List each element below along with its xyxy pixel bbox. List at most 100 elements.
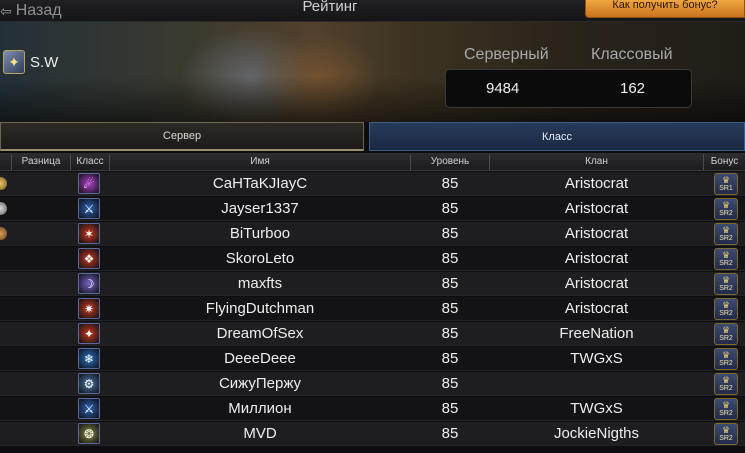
- bonus-trophy-icon[interactable]: ♛ SR2: [714, 248, 738, 270]
- rank-number: [0, 272, 8, 296]
- class-rating-label: Классовый: [591, 46, 673, 63]
- bonus-label: SR2: [719, 360, 733, 367]
- bonus-label: SR2: [719, 385, 733, 392]
- table-row[interactable]: ☽ maxfts 85 Aristocrat ♛ SR2: [0, 272, 745, 296]
- rank-number: [0, 372, 8, 396]
- player-level: 85: [441, 200, 459, 217]
- bonus-trophy-icon[interactable]: ♛ SR2: [714, 373, 738, 395]
- page-title: Рейтинг: [302, 0, 358, 15]
- rank-number: [0, 247, 8, 271]
- bonus-trophy-icon[interactable]: ♛ SR2: [714, 298, 738, 320]
- table-row[interactable]: ⚙ СижуПержу 85 ♛ SR2: [0, 372, 745, 396]
- player-level: 85: [441, 225, 459, 242]
- top-bar: ⇦ Назад Рейтинг Как получить бонус?: [0, 0, 745, 22]
- trophy-icon: ♛: [721, 175, 731, 185]
- bonus-label: SR2: [719, 285, 733, 292]
- bonus-trophy-icon[interactable]: ♛ SR2: [714, 348, 738, 370]
- player-level: 85: [441, 325, 459, 342]
- user-name: S.W: [30, 53, 59, 71]
- column-level[interactable]: Уровень: [411, 153, 489, 171]
- bonus-label: SR2: [719, 210, 733, 217]
- table-header: Разница Класс Имя Уровень Клан Бонус: [0, 153, 745, 171]
- player-clan: Aristocrat: [564, 275, 629, 292]
- class-icon: ❂: [78, 423, 100, 444]
- player-level: 85: [441, 275, 459, 292]
- table-row[interactable]: ❂ MVD 85 JockieNigths ♛ SR2: [0, 422, 745, 446]
- table-row[interactable]: ✷ FlyingDutchman 85 Aristocrat ♛ SR2: [0, 297, 745, 321]
- table-row[interactable]: ✶ BiTurboo 85 Aristocrat ♛ SR2: [0, 222, 745, 246]
- how-to-get-bonus-button[interactable]: Как получить бонус?: [585, 0, 745, 18]
- player-name: maxfts: [237, 275, 283, 292]
- player-level: 85: [441, 375, 459, 392]
- rank-number: [0, 297, 8, 321]
- table-row[interactable]: ☄ CaHTaKJIayC 85 Aristocrat ♛ SR1: [0, 172, 745, 196]
- player-name: MVD: [243, 425, 277, 442]
- player-name: BiTurboo: [229, 225, 291, 242]
- bonus-label: SR2: [719, 260, 733, 267]
- column-class[interactable]: Класс: [71, 153, 109, 171]
- class-icon: ✶: [78, 223, 100, 244]
- bonus-trophy-icon[interactable]: ♛ SR2: [714, 223, 738, 245]
- table-row[interactable]: ❖ SkoroLeto 85 Aristocrat ♛ SR2: [0, 247, 745, 271]
- player-clan: TWGxS: [570, 400, 623, 417]
- player-clan: [490, 372, 703, 396]
- column-clan[interactable]: Клан: [490, 153, 703, 171]
- table-row[interactable]: ⚔ Миллион 85 TWGxS ♛ SR2: [0, 397, 745, 421]
- bonus-trophy-icon[interactable]: ♛ SR2: [714, 273, 738, 295]
- player-level: 85: [441, 300, 459, 317]
- player-clan: FreeNation: [559, 325, 634, 342]
- user-class-icon: ✦: [3, 50, 25, 74]
- player-name: Миллион: [228, 400, 292, 417]
- rank-number: [0, 347, 8, 371]
- class-icon: ⚔: [78, 398, 100, 419]
- class-icon: ⚔: [78, 198, 100, 219]
- class-icon: ✷: [78, 298, 100, 319]
- table-row[interactable]: ⚔ Jayser1337 85 Aristocrat ♛ SR2: [0, 197, 745, 221]
- bonus-trophy-icon[interactable]: ♛ SR2: [714, 198, 738, 220]
- player-clan: Aristocrat: [564, 175, 629, 192]
- player-clan: Aristocrat: [564, 200, 629, 217]
- player-name: CaHTaKJIayC: [212, 175, 308, 192]
- player-clan: Aristocrat: [564, 225, 629, 242]
- column-diff[interactable]: Разница: [12, 153, 70, 171]
- bonus-trophy-icon[interactable]: ♛ SR2: [714, 323, 738, 345]
- table-row[interactable]: ❄ DeeeDeee 85 TWGxS ♛ SR2: [0, 347, 745, 371]
- player-name: DeeeDeee: [224, 350, 296, 367]
- bonus-trophy-icon[interactable]: ♛ SR1: [714, 173, 738, 195]
- player-level: 85: [441, 425, 459, 442]
- player-name: FlyingDutchman: [205, 300, 315, 317]
- rank-number: [0, 322, 8, 346]
- class-icon: ❄: [78, 348, 100, 369]
- player-name: Jayser1337: [221, 200, 299, 217]
- silver-medal-icon: [0, 202, 7, 215]
- gold-medal-icon: [0, 177, 7, 190]
- bonus-trophy-icon[interactable]: ♛ SR2: [714, 398, 738, 420]
- class-icon: ⚙: [78, 373, 100, 394]
- trophy-icon: ♛: [721, 250, 731, 260]
- column-name[interactable]: Имя: [110, 153, 410, 171]
- player-level: 85: [441, 350, 459, 367]
- class-icon: ❖: [78, 248, 100, 269]
- trophy-icon: ♛: [721, 425, 731, 435]
- column-bonus[interactable]: Бонус: [704, 153, 745, 171]
- server-rating-label: Серверный: [464, 46, 549, 63]
- class-icon: ☽: [78, 273, 100, 294]
- rating-values-box: [445, 69, 692, 108]
- player-level: 85: [441, 175, 459, 192]
- bronze-medal-icon: [0, 227, 7, 240]
- tab-class[interactable]: Класс: [369, 122, 745, 151]
- player-clan: Aristocrat: [564, 250, 629, 267]
- trophy-icon: ♛: [721, 325, 731, 335]
- table-row[interactable]: ✦ DreamOfSex 85 FreeNation ♛ SR2: [0, 322, 745, 346]
- bonus-trophy-icon[interactable]: ♛ SR2: [714, 423, 738, 445]
- trophy-icon: ♛: [721, 375, 731, 385]
- user-info: ✦ S.W: [3, 50, 58, 74]
- tab-server[interactable]: Сервер: [0, 122, 364, 151]
- class-rating-value: 162: [620, 80, 646, 97]
- class-icon: ☄: [78, 173, 100, 194]
- bonus-label: SR2: [719, 410, 733, 417]
- trophy-icon: ♛: [721, 200, 731, 210]
- player-level: 85: [441, 250, 459, 267]
- bonus-label: SR2: [719, 235, 733, 242]
- server-rating-value: 9484: [486, 80, 520, 97]
